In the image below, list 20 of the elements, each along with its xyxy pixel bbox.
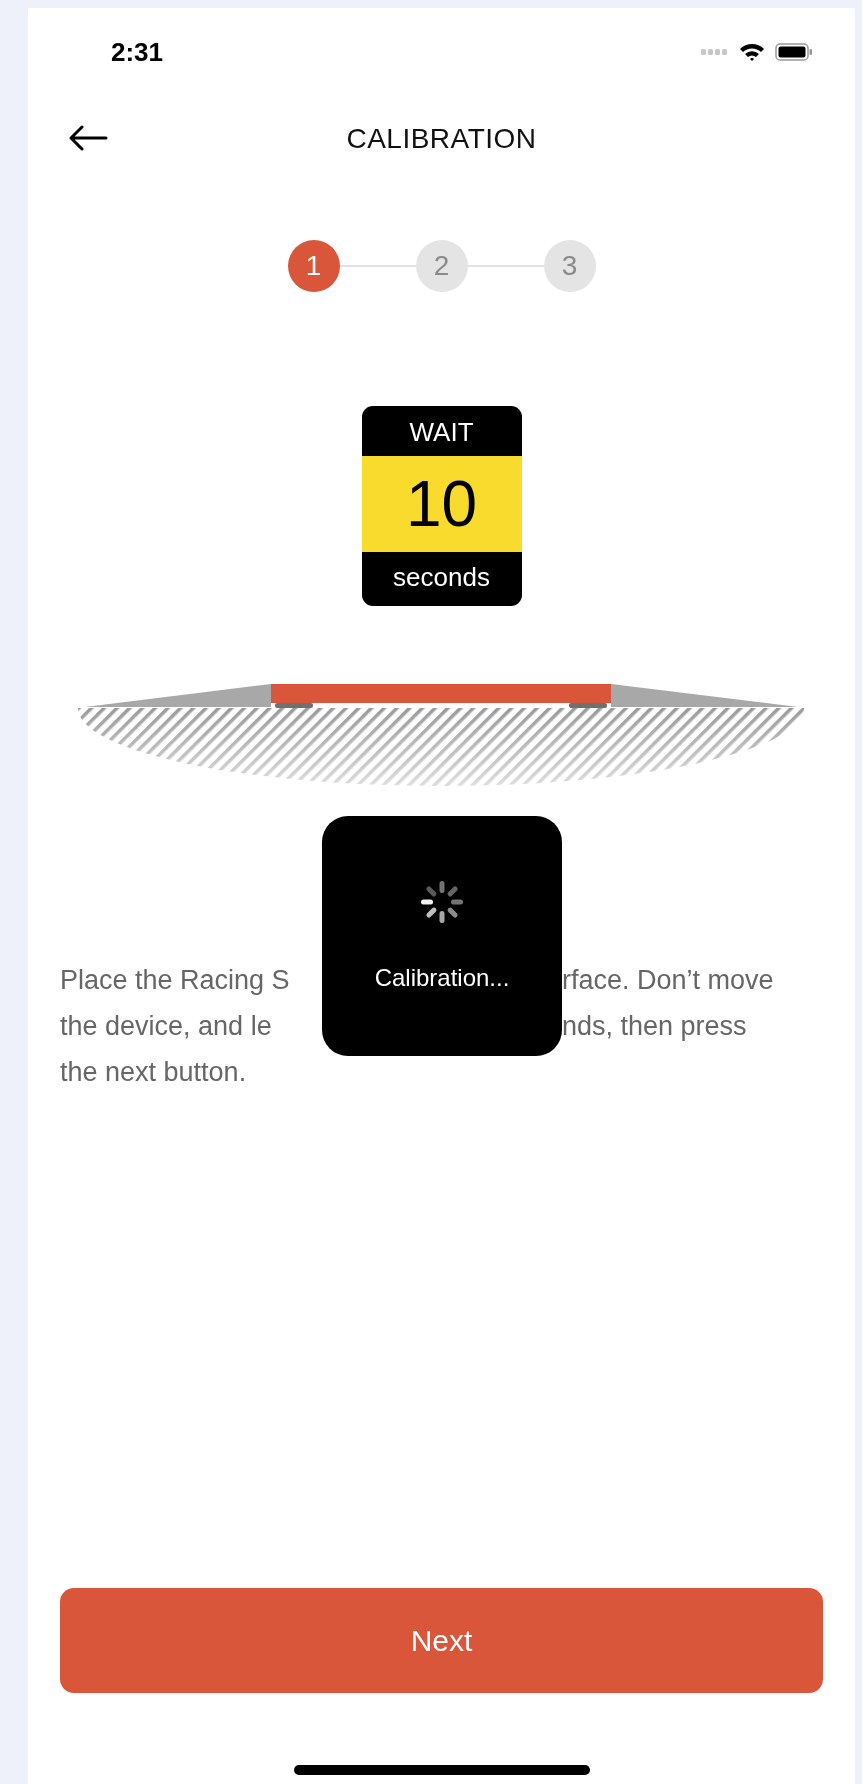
spinner-icon (420, 880, 464, 924)
instruction-text: the next button. (60, 1056, 248, 1088)
instruction-text: the device, and le (60, 1010, 273, 1042)
signal-icon (701, 48, 729, 56)
step-indicator: 2 (415, 240, 468, 292)
status-time: 2:31 (111, 36, 164, 68)
instruction-text: nds, then press (562, 1010, 747, 1042)
wifi-icon (739, 42, 765, 62)
loading-label: Calibration... (374, 964, 510, 992)
battery-icon (775, 43, 813, 61)
instruction-text: rface. Don’t move (562, 964, 774, 996)
next-button[interactable]: Next (60, 1588, 823, 1693)
back-button[interactable] (68, 123, 108, 153)
sign-top-text: WAIT (408, 416, 475, 449)
step-indicator: 3 (543, 240, 596, 292)
instruction-text: Place the Racing S (60, 964, 291, 996)
sign-bottom-text: seconds (392, 561, 491, 594)
sign-number: 10 (361, 456, 522, 552)
step-indicator: 1 (287, 240, 340, 292)
screen-title: CALIBRATION (346, 123, 537, 155)
